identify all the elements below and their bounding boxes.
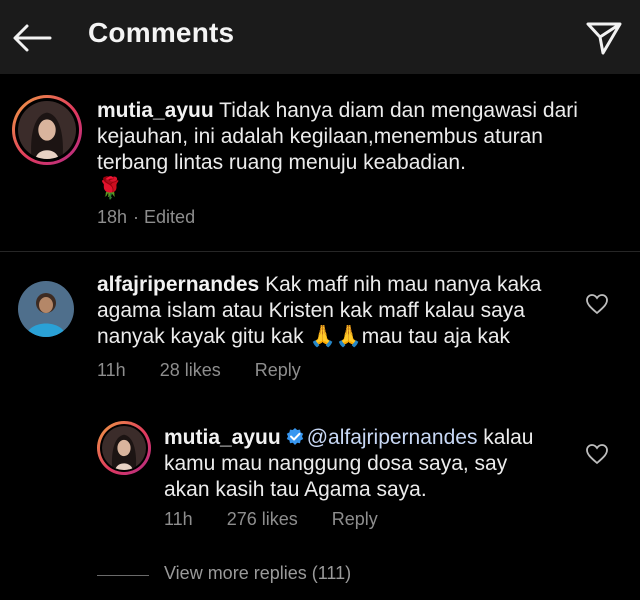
comment-line3b: mau tau aja kak [361,325,511,348]
avatar[interactable] [12,95,82,165]
caption-meta: 18h · Edited [97,207,229,228]
comment-line3a: nanyak kayak gitu kak [97,325,310,348]
comment-text: alfajripernandes Kak maff nih mau nanya … [97,272,587,350]
profile-photo-icon [102,426,146,470]
like-button[interactable] [585,442,609,466]
caption-time: 18h [97,207,128,227]
reply-line2: kamu mau nanggung dosa saya, say [164,452,508,475]
caption-emoji: 🌹 [97,177,124,200]
comment-line1: Kak maff nih mau nanya kaka [265,273,542,296]
caption-edited: · Edited [133,207,196,227]
reply-line1-tail: kalau [477,426,534,449]
send-icon [586,22,622,55]
reply-mention[interactable]: @alfajripernandes [307,426,478,449]
reply-reply-button[interactable]: Reply [332,509,378,530]
reply-username[interactable]: mutia_ayuu [164,426,281,449]
view-more-replies-button[interactable]: View more replies (111) [164,563,351,584]
reply-time: 11h [164,509,193,529]
profile-photo-icon [18,281,74,337]
share-button[interactable] [582,16,626,60]
reply-line3: akan kasih tau Agama saya. [164,478,427,501]
heart-icon [586,444,608,465]
reply-text: mutia_ayuu @alfajripernandes kalau kamu m… [164,425,584,503]
avatar[interactable] [97,421,151,475]
reply-meta: 11h 276 likes Reply [164,509,412,530]
comment-line2: agama islam atau Kristen kak maff kalau … [97,299,525,322]
reply-likes[interactable]: 276 likes [227,509,298,530]
verified-badge-icon [286,428,303,445]
comment-reply-button[interactable]: Reply [255,360,301,381]
post-caption: mutia_ayuu Tidak hanya diam dan mengawas… [0,74,640,252]
comment-meta: 11h 28 likes Reply [97,360,335,381]
caption-username[interactable]: mutia_ayuu [97,99,214,122]
comment-emoji: 🙏🙏 [309,325,362,348]
back-button[interactable] [10,18,54,58]
view-more-divider [97,575,149,576]
comment-time: 11h [97,360,126,380]
caption-text: mutia_ayuu Tidak hanya diam dan mengawas… [97,98,617,202]
profile-photo-icon [18,101,76,159]
arrow-left-icon [13,24,52,52]
comment-username[interactable]: alfajripernandes [97,273,259,296]
heart-icon [586,294,608,315]
page-title: Comments [88,17,235,48]
avatar[interactable] [18,281,74,337]
like-button[interactable] [585,292,609,316]
top-app-bar: Comments [0,0,640,74]
comment-likes[interactable]: 28 likes [160,360,221,381]
